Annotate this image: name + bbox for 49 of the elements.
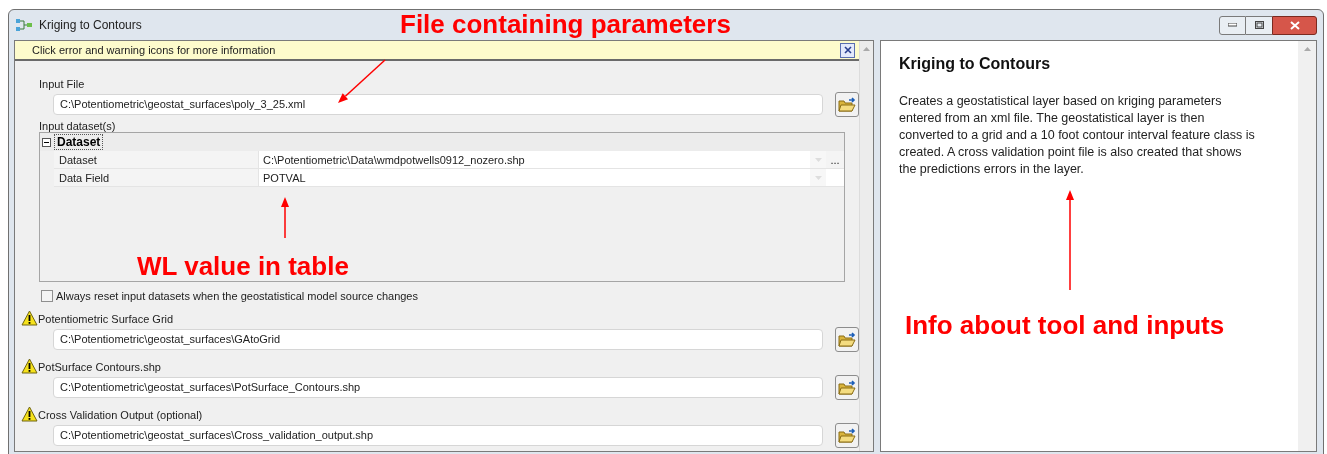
property-name: Dataset (54, 151, 258, 168)
close-icon (1289, 20, 1300, 30)
group-header: Dataset (54, 134, 104, 150)
browse-button[interactable] (835, 423, 859, 448)
open-folder-icon (838, 331, 856, 348)
window-title: Kriging to Contours (39, 17, 142, 34)
scrollbar[interactable] (859, 41, 873, 451)
property-name: Data Field (54, 169, 258, 186)
help-description: Creates a geostatistical layer based on kriging parameters entered from an xml file. The geostatistical layer is then converted to a grid and a 10 foot contour interval feature class is created. A cross validation point file is also created that shows the predictions errors in the layer. (899, 93, 1256, 178)
path-field[interactable]: C:\Potentiometric\geostat_surfaces\GAtoGrid (53, 329, 823, 350)
maximize-icon (1254, 21, 1264, 29)
browse-button[interactable] (835, 375, 859, 400)
field-label: Cross Validation Output (optional) (38, 409, 203, 422)
message-text: Click error and warning icons for more information (32, 42, 276, 58)
field-label: Input dataset(s) (38, 119, 117, 132)
path-field[interactable]: C:\Potentiometric\geostat_surfaces\Cross_validation_output.shp (53, 425, 823, 446)
close-message-button[interactable] (840, 42, 855, 58)
browse-button[interactable] (835, 327, 859, 352)
checkbox[interactable] (41, 290, 53, 302)
warning-icon[interactable] (21, 406, 38, 422)
scroll-up-icon[interactable] (1303, 47, 1311, 51)
open-folder-icon (838, 379, 856, 396)
annotation-text: File containing parameters (400, 8, 731, 40)
scroll-up-icon[interactable] (863, 47, 870, 51)
help-title: Kriging to Contours (899, 54, 1052, 74)
path-field[interactable]: C:\Potentiometric\geostat_surfaces\PotSurface_Contours.shp (53, 377, 823, 398)
open-folder-icon (838, 96, 856, 113)
field-label: Input File (38, 77, 86, 92)
scrollbar[interactable] (1298, 41, 1316, 451)
field-label: Potentiometric Surface Grid (38, 313, 174, 326)
field-label: PotSurface Contours.shp (38, 361, 161, 374)
annotation-text: WL value in table (137, 250, 349, 282)
path-field[interactable]: C:\Potentiometric\geostat_surfaces\poly_3_25.xml (53, 94, 823, 115)
maximize-button[interactable] (1246, 15, 1272, 35)
collapse-icon[interactable] (42, 137, 51, 147)
browse-button[interactable] (835, 92, 859, 117)
minimize-icon (1228, 23, 1237, 27)
warning-icon[interactable] (21, 358, 38, 374)
annotation-arrow (338, 59, 386, 103)
close-icon (843, 46, 852, 54)
model-tool-icon (15, 18, 33, 32)
open-folder-icon (838, 427, 856, 444)
checkbox-label: Always reset input datasets when the geostatistical model source changes (56, 288, 418, 304)
minimize-button[interactable] (1219, 15, 1246, 35)
annotation-text: Info about tool and inputs (905, 309, 1225, 341)
ellipsis-button[interactable]: ... (826, 151, 844, 168)
warning-icon[interactable] (21, 310, 38, 326)
close-button[interactable] (1272, 15, 1317, 35)
annotation-arrow (281, 197, 289, 239)
